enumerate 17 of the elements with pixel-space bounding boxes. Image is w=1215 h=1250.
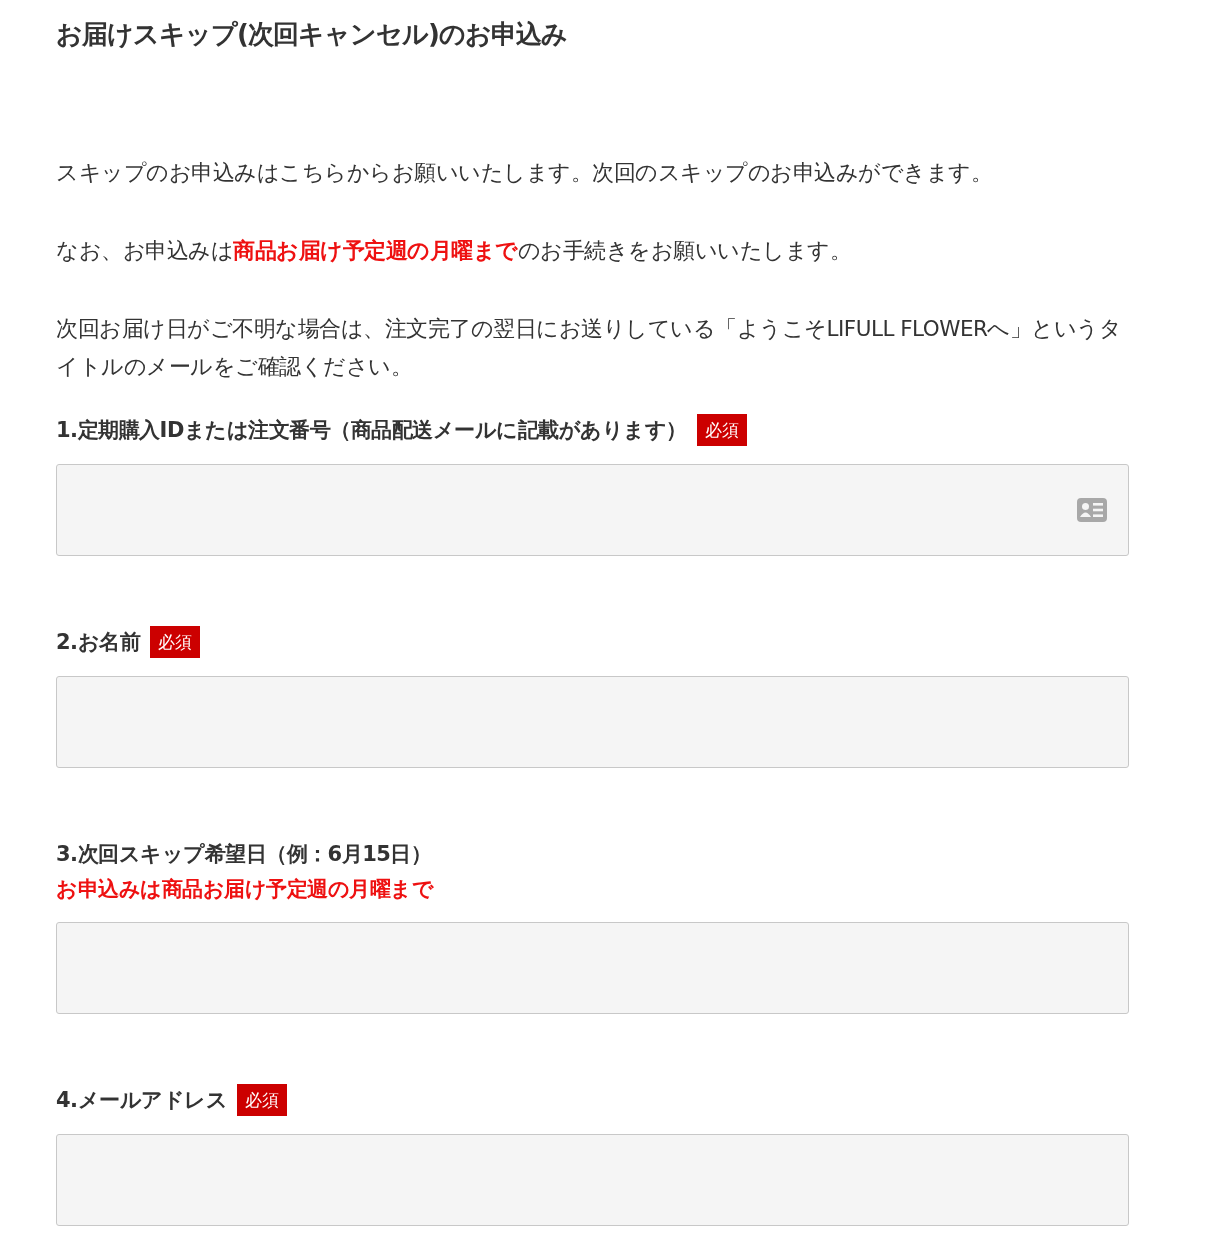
paragraph: なお、お申込みは商品お届け予定週の月曜までのお手続きをお願いいたします。 xyxy=(56,237,852,265)
input-field[interactable] xyxy=(56,676,1129,768)
required-badge: 必須 xyxy=(150,626,201,658)
field-label: 3.次回スキップ希望日（例：6月15日） xyxy=(56,841,432,868)
field-label: 4.メールアドレス xyxy=(56,1087,228,1114)
field-note: お申込みは商品お届け予定週の月曜まで xyxy=(56,876,435,903)
input-field[interactable] xyxy=(56,464,1129,556)
contact-card-icon xyxy=(1076,497,1108,523)
field-label: 1.定期購入IDまたは注文番号（商品配送メールに記載があります） xyxy=(56,417,687,444)
paragraph: スキップのお申込みはこちらからお願いいたします。次回のスキップのお申込みができます。 xyxy=(56,159,993,187)
field-label: 2.お名前 xyxy=(56,629,141,656)
page-title: お届けスキップ(次回キャンセル)のお申込み xyxy=(56,18,568,51)
input-field[interactable] xyxy=(56,922,1129,1014)
required-badge: 必須 xyxy=(237,1084,288,1116)
required-badge: 必須 xyxy=(696,414,747,446)
input-field[interactable] xyxy=(56,1134,1129,1226)
paragraph: 次回お届け日がご不明な場合は、注文完了の翌日にお送りしている「ようこそLIFULL FLOWERへ」というタイトルのメールをご確認ください。 xyxy=(56,315,1123,381)
